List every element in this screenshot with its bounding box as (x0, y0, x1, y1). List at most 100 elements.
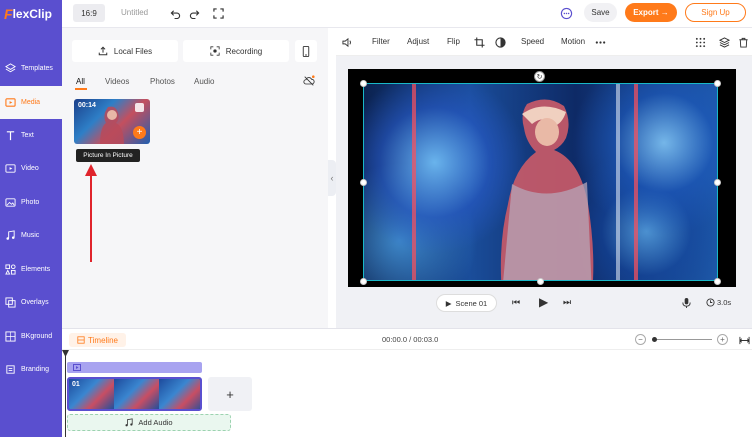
sidebar-item-templates[interactable]: Templates (0, 52, 62, 85)
editor-toolbar: Filter Adjust Flip Speed Motion (336, 28, 752, 56)
music-note-icon (125, 418, 133, 427)
media-thumbnail[interactable]: 00:14 + (74, 99, 150, 144)
volume-icon[interactable] (340, 35, 354, 49)
chat-icon[interactable] (559, 6, 573, 20)
resize-handle[interactable] (360, 179, 367, 186)
tab-photos[interactable]: Photos (150, 77, 175, 86)
local-files-label: Local Files (113, 46, 153, 56)
sidebar-item-label: Video (21, 165, 39, 172)
media-icon (5, 98, 16, 107)
overlay-track[interactable] (67, 362, 202, 373)
scene-clip[interactable]: 01 (67, 377, 202, 411)
zoom-out-icon[interactable]: − (635, 334, 646, 345)
scene-duration[interactable]: 3.0s (706, 298, 731, 307)
fit-timeline-icon[interactable] (737, 333, 751, 347)
adjust-button[interactable]: Adjust (407, 37, 429, 46)
zoom-in-icon[interactable]: + (717, 334, 728, 345)
zoom-slider-knob[interactable] (652, 337, 657, 342)
previous-scene-icon[interactable]: ⏮ (512, 297, 520, 308)
cloud-off-icon[interactable] (302, 74, 316, 88)
sidebar-item-label: Branding (21, 366, 50, 373)
sign-up-button[interactable]: Sign Up (685, 3, 746, 22)
resize-handle[interactable] (714, 278, 721, 285)
thumbnail-figure (100, 106, 124, 144)
delete-icon[interactable] (135, 103, 144, 112)
music-icon (6, 230, 15, 240)
add-audio-label: Add Audio (138, 418, 173, 427)
background-icon (5, 331, 16, 342)
add-to-timeline-icon[interactable]: + (133, 126, 146, 139)
pip-video-layer[interactable] (363, 83, 718, 281)
sidebar-item-overlays[interactable]: Overlays (0, 286, 62, 319)
resize-handle[interactable] (537, 278, 544, 285)
text-icon (6, 131, 15, 141)
recording-label: Recording (225, 46, 263, 56)
resize-handle[interactable] (360, 278, 367, 285)
clip-frame (114, 379, 160, 409)
tab-videos[interactable]: Videos (105, 77, 129, 86)
more-options-icon[interactable] (593, 35, 607, 49)
sidebar-item-label: Media (21, 99, 41, 106)
layers-icon[interactable] (717, 35, 731, 49)
microphone-icon[interactable] (679, 296, 693, 310)
project-title[interactable]: Untitled (121, 8, 148, 17)
collapse-panel-handle[interactable]: ‹ (328, 160, 336, 196)
phone-upload-button[interactable] (295, 40, 317, 62)
local-files-button[interactable]: Local Files (72, 40, 178, 62)
scene-selector[interactable]: ▶ Scene 01 (436, 294, 497, 312)
undo-icon[interactable] (168, 6, 182, 20)
sidebar-item-video[interactable]: Video (0, 152, 62, 185)
redo-icon[interactable] (187, 6, 201, 20)
upload-icon (98, 46, 108, 56)
light-stripe (412, 84, 416, 280)
add-scene-button[interactable]: + (208, 377, 252, 411)
sidebar-item-media[interactable]: Media (0, 86, 62, 119)
overlays-icon (5, 297, 16, 308)
crop-icon[interactable] (472, 35, 486, 49)
motion-button[interactable]: Motion (561, 37, 585, 46)
resize-handle[interactable] (714, 80, 721, 87)
recording-button[interactable]: Recording (183, 40, 289, 62)
logo-text: lexClip (12, 7, 52, 21)
resize-handle[interactable] (714, 179, 721, 186)
aspect-ratio-button[interactable]: 16:9 (73, 4, 105, 22)
playhead-handle[interactable] (62, 350, 69, 357)
sidebar: F lexClip Templates Media Text Video Pho… (0, 0, 62, 437)
rotate-handle[interactable]: ↻ (534, 71, 545, 82)
preview-canvas[interactable]: ↻ (348, 69, 736, 287)
flip-button[interactable]: Flip (447, 37, 460, 46)
speed-button[interactable]: Speed (521, 37, 544, 46)
preview-stage: ↻ ▶ Scene 01 ⏮ ▶ ⏭ 3.0s (336, 56, 752, 328)
grid-icon[interactable] (693, 35, 707, 49)
zoom-slider[interactable] (654, 339, 712, 340)
sidebar-item-photo[interactable]: Photo (0, 186, 62, 219)
color-correct-icon[interactable] (493, 35, 507, 49)
sidebar-item-branding[interactable]: Branding (0, 353, 62, 386)
dancer-figure (500, 99, 594, 280)
playhead[interactable] (65, 350, 66, 437)
duration-label: 3.0s (717, 298, 732, 307)
fullscreen-icon[interactable] (211, 6, 225, 20)
sidebar-item-elements[interactable]: Elements (0, 253, 62, 286)
flexclip-logo[interactable]: F lexClip (0, 0, 62, 28)
sidebar-item-text[interactable]: Text (0, 119, 62, 152)
add-audio-button[interactable]: Add Audio (67, 414, 231, 431)
red-arrow-annotation (85, 164, 97, 262)
resize-handle[interactable] (360, 80, 367, 87)
export-button[interactable]: Export → (625, 3, 677, 22)
sidebar-item-label: Text (21, 132, 34, 139)
tab-all[interactable]: All (76, 77, 85, 86)
play-button[interactable]: ▶ (539, 295, 548, 309)
elements-icon (5, 264, 16, 275)
next-scene-icon[interactable]: ⏭ (563, 297, 571, 308)
sidebar-item-background[interactable]: BKground (0, 320, 62, 353)
sidebar-item-music[interactable]: Music (0, 219, 62, 252)
save-button[interactable]: Save (584, 3, 617, 22)
active-tab-indicator (75, 88, 87, 90)
trash-icon[interactable] (736, 35, 750, 49)
templates-icon (5, 63, 16, 73)
tab-audio[interactable]: Audio (194, 77, 214, 86)
timeline-button[interactable]: Timeline (69, 333, 126, 347)
top-bar: 16:9 Untitled Save Export → Sign Up (62, 0, 752, 28)
filter-button[interactable]: Filter (372, 37, 390, 46)
